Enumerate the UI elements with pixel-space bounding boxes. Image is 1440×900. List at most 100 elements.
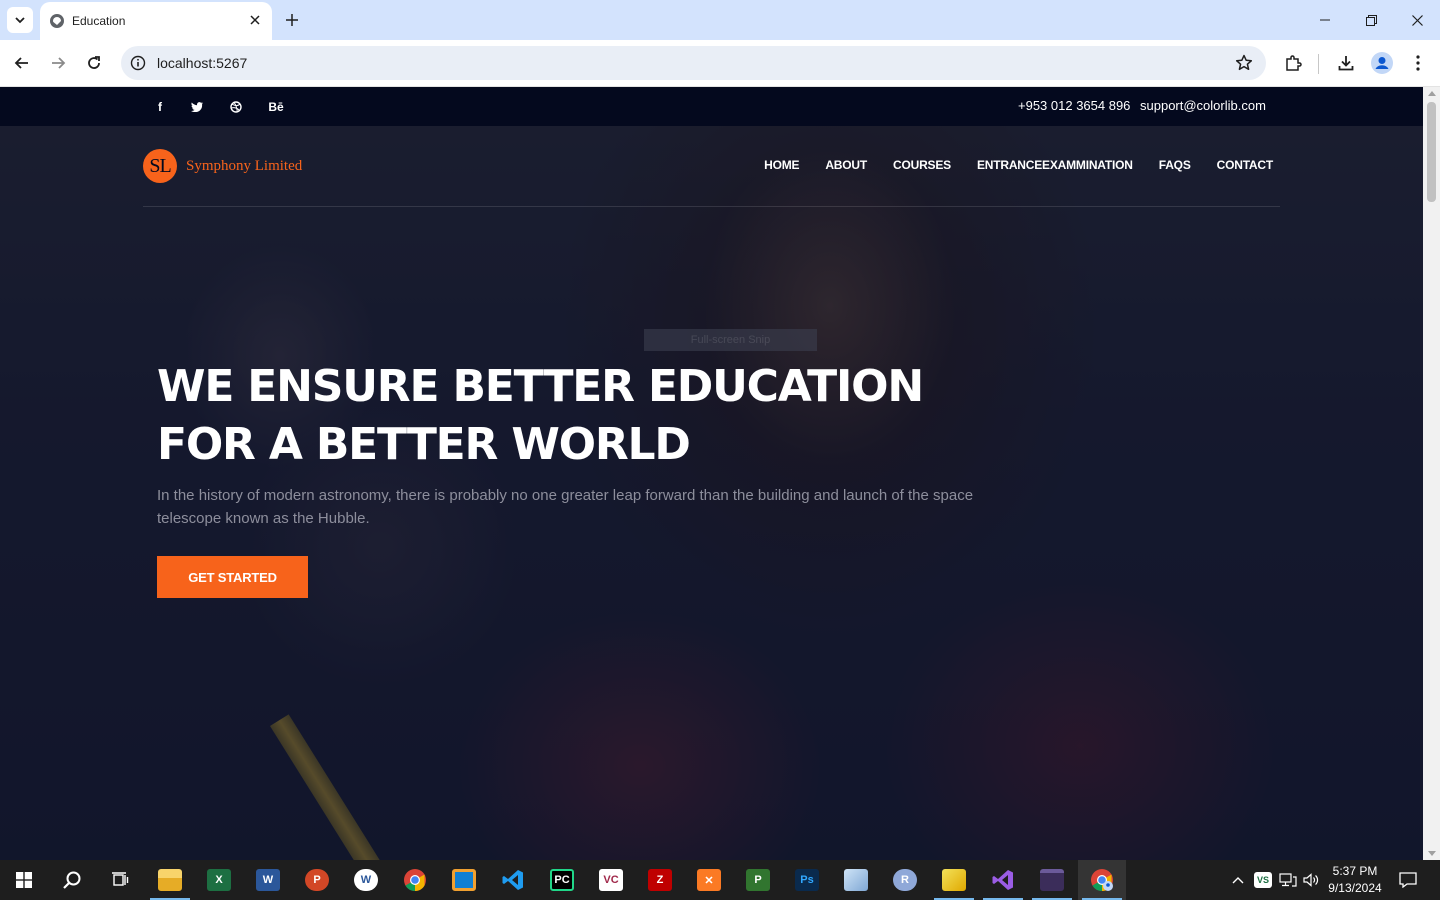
arrow-right-icon (52, 57, 66, 69)
taskbar-sticky-app[interactable] (930, 860, 978, 900)
scroll-up-icon[interactable] (1428, 91, 1436, 96)
remote-desktop-icon (452, 869, 476, 891)
photoshop-icon: Ps (795, 869, 819, 891)
vs-tray-icon: VS (1254, 872, 1272, 888)
restore-button[interactable] (1348, 0, 1394, 40)
network-icon (1279, 873, 1297, 887)
snip-overlay-hint: Full-screen Snip (644, 329, 817, 351)
taskbar-excel[interactable]: X (195, 860, 243, 900)
downloads-button[interactable] (1335, 52, 1357, 74)
tab-title: Education (72, 14, 126, 28)
url-text[interactable]: localhost:5267 (157, 55, 247, 71)
puzzle-icon (1286, 55, 1302, 71)
cube-icon (844, 869, 868, 891)
word-icon: W (256, 869, 280, 891)
browser-menu-button[interactable] (1407, 52, 1429, 74)
tray-vs-icon[interactable]: VS (1252, 860, 1274, 900)
taskbar-vscode[interactable] (489, 860, 537, 900)
browser-tab[interactable]: Education (40, 2, 272, 40)
back-button[interactable] (7, 48, 37, 78)
sticky-notes-icon (942, 869, 966, 891)
reload-button[interactable] (79, 48, 109, 78)
tab-search-button[interactable] (7, 7, 33, 33)
scroll-down-icon[interactable] (1428, 851, 1436, 856)
page-scrollbar[interactable] (1423, 87, 1440, 860)
taskbar-word[interactable]: W (244, 860, 292, 900)
taskbar-file-explorer[interactable] (146, 860, 194, 900)
nav-contact[interactable]: CONTACT (1217, 158, 1274, 172)
search-button[interactable] (48, 860, 96, 900)
forward-button[interactable] (43, 48, 73, 78)
taskbar-visual-studio[interactable] (979, 860, 1027, 900)
main-nav: HOME ABOUT COURSES ENTRANCEEXAMMINATION … (764, 158, 1273, 172)
avatar-icon (1371, 52, 1393, 74)
speaker-icon (1303, 873, 1319, 887)
close-window-button[interactable] (1394, 0, 1440, 40)
dribbble-icon[interactable] (226, 98, 246, 116)
taskbar-remote-desktop[interactable] (440, 860, 488, 900)
taskbar-powerpoint[interactable]: P (293, 860, 341, 900)
scroll-thumb[interactable] (1427, 102, 1436, 202)
info-icon[interactable] (130, 55, 146, 71)
header-divider (143, 206, 1280, 207)
get-started-button[interactable]: GET STARTED (157, 556, 308, 598)
extensions-button[interactable] (1282, 52, 1304, 74)
show-hidden-icons-button[interactable] (1228, 860, 1248, 900)
taskbar-pycharm[interactable]: PC (538, 860, 586, 900)
taskbar-photoshop[interactable]: Ps (783, 860, 831, 900)
taskbar-project[interactable]: P (734, 860, 782, 900)
start-button[interactable] (0, 860, 48, 900)
taskbar-word-alt[interactable]: W (342, 860, 390, 900)
more-vertical-icon (1416, 55, 1420, 71)
search-icon (63, 871, 81, 889)
browser-tab-bar: Education (0, 0, 1440, 40)
contact-email[interactable]: support@colorlib.com (1140, 98, 1266, 113)
task-view-icon (112, 872, 129, 886)
vc-icon: VC (599, 869, 623, 891)
arrow-left-icon (14, 57, 28, 69)
network-button[interactable] (1277, 860, 1299, 900)
address-bar[interactable]: localhost:5267 (121, 46, 1266, 80)
bookmark-star-icon[interactable] (1234, 53, 1254, 73)
nav-courses[interactable]: COURSES (893, 158, 951, 172)
notification-icon (1399, 872, 1417, 888)
xampp-icon: ✕ (697, 869, 721, 891)
taskbar-terminal[interactable] (1028, 860, 1076, 900)
nav-home[interactable]: HOME (764, 158, 799, 172)
hero-description: In the history of modern astronomy, ther… (157, 487, 974, 527)
site-logo[interactable]: SL Symphony Limited (143, 148, 302, 184)
taskbar-r-app[interactable]: R (881, 860, 929, 900)
download-icon (1338, 56, 1354, 71)
powerpoint-icon: P (305, 869, 329, 891)
windows-taskbar: X W P W PC VC Z ✕ P Ps R VS 5:37 PM 9/13… (0, 860, 1440, 900)
taskbar-chrome[interactable] (391, 860, 439, 900)
volume-button[interactable] (1300, 860, 1322, 900)
taskbar-xampp[interactable]: ✕ (685, 860, 733, 900)
taskbar-filezilla[interactable]: Z (636, 860, 684, 900)
close-tab-button[interactable] (246, 11, 264, 29)
pycharm-icon: PC (550, 869, 574, 891)
twitter-icon[interactable] (187, 98, 207, 116)
new-tab-button[interactable] (280, 8, 304, 32)
notifications-button[interactable] (1392, 860, 1424, 900)
clock-date: 9/13/2024 (1328, 881, 1382, 895)
clock-time: 5:37 PM (1332, 864, 1378, 878)
behance-icon[interactable]: Bē (266, 98, 286, 116)
task-view-button[interactable] (96, 860, 144, 900)
nav-about[interactable]: ABOUT (825, 158, 867, 172)
chrome-icon (404, 869, 426, 891)
plus-icon (286, 14, 298, 26)
terminal-icon (1040, 869, 1064, 891)
nav-entrance-examination[interactable]: ENTRANCEEXAMMINATION (977, 158, 1133, 172)
contact-phone[interactable]: +953 012 3654 896 (1018, 98, 1130, 113)
windows-icon (16, 872, 32, 888)
taskbar-cube-app[interactable] (832, 860, 880, 900)
minimize-button[interactable] (1302, 0, 1348, 40)
taskbar-visual-code-alt[interactable]: VC (587, 860, 635, 900)
profile-button[interactable] (1371, 52, 1393, 74)
nav-faqs[interactable]: FAQS (1159, 158, 1191, 172)
toolbar-divider (1318, 54, 1319, 74)
facebook-icon[interactable]: f (150, 98, 170, 116)
taskbar-chrome-active[interactable] (1078, 860, 1126, 900)
taskbar-clock[interactable]: 5:37 PM 9/13/2024 (1322, 863, 1388, 897)
